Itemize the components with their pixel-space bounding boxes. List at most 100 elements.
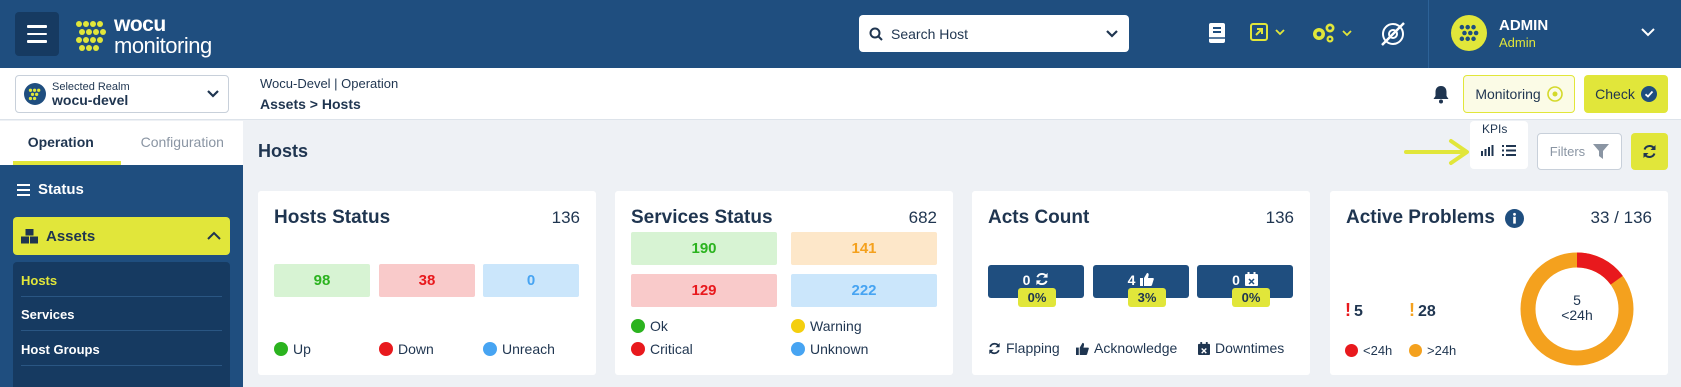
- menu-toggle-button[interactable]: [15, 12, 59, 56]
- flapping-count: 0: [1022, 272, 1031, 288]
- kpis-label: KPIs: [1482, 122, 1508, 136]
- legend-acknowledge: Acknowledge: [1076, 340, 1177, 356]
- calendar-x-icon: [1198, 341, 1210, 355]
- check-circle-icon: [1640, 86, 1657, 102]
- list-icon[interactable]: [1502, 145, 1516, 156]
- refresh-icon: [989, 342, 1000, 354]
- realm-select[interactable]: Selected Realm wocu-devel: [15, 75, 229, 113]
- user-role: Admin: [1499, 34, 1536, 50]
- problems-older: ! 28: [1409, 300, 1436, 320]
- legend-recent: <24h: [1345, 343, 1392, 358]
- chevron-down-icon: [1275, 29, 1285, 36]
- filter-icon: [1593, 144, 1610, 159]
- sidebar-item-assets[interactable]: Assets: [13, 217, 230, 255]
- refresh-button[interactable]: [1631, 133, 1668, 170]
- sidebar-item-status[interactable]: Status: [17, 181, 84, 198]
- assets-submenu: Hosts Services Host Groups: [13, 262, 230, 387]
- kpis-view-icons: [1481, 145, 1516, 156]
- card-title: Hosts Status: [274, 207, 391, 228]
- downtimes-count: 0: [1232, 272, 1240, 288]
- services-warning-count[interactable]: 141: [791, 232, 937, 265]
- services-unknown-count[interactable]: 222: [791, 274, 937, 307]
- arrow-right-icon: [1404, 139, 1469, 165]
- hosts-up-count[interactable]: 98: [274, 264, 370, 297]
- logo-line2: monitoring: [114, 33, 212, 58]
- top-header: wocu monitoring Search Host ADMIN Admin: [0, 0, 1681, 68]
- flapping-percent: 0%: [1018, 288, 1056, 307]
- realm-value: wocu-devel: [52, 91, 129, 108]
- chevron-down-icon[interactable]: [1640, 26, 1656, 38]
- chevron-down-icon: [1342, 30, 1352, 37]
- sidebar-tabs: Operation Configuration: [0, 121, 243, 165]
- gears-icon: [1313, 23, 1335, 43]
- sidebar-item-hosts[interactable]: Hosts: [21, 262, 222, 297]
- card-title: Active Problems: [1346, 207, 1524, 229]
- monitoring-button[interactable]: Monitoring: [1463, 75, 1575, 113]
- user-menu[interactable]: ADMIN Admin: [1451, 15, 1548, 51]
- sub-header: Selected Realm wocu-devel Wocu-Devel | O…: [0, 68, 1681, 120]
- card-total: 682: [908, 208, 937, 227]
- settings-menu[interactable]: [1310, 22, 1352, 44]
- header-divider: [1428, 0, 1429, 68]
- cubes-icon: [21, 228, 38, 243]
- thumbs-up-icon: [1076, 342, 1089, 355]
- sidebar: Operation Configuration Status Assets Ho…: [0, 121, 243, 387]
- card-title: Acts Count: [988, 207, 1090, 228]
- search-placeholder: Search Host: [891, 25, 969, 42]
- info-icon[interactable]: [1504, 208, 1524, 228]
- calendar-x-icon: [1244, 272, 1258, 286]
- search-icon: [869, 27, 883, 41]
- refresh-icon: [1036, 272, 1048, 286]
- filters-label: Filters: [1549, 144, 1586, 159]
- tab-operation[interactable]: Operation: [0, 121, 122, 165]
- legend-down: Down: [379, 341, 434, 357]
- services-critical-count[interactable]: 129: [631, 274, 777, 307]
- sidebar-item-host-groups[interactable]: Host Groups: [21, 331, 222, 366]
- external-link-menu[interactable]: [1249, 22, 1285, 42]
- sidebar-item-label: Assets: [46, 227, 96, 245]
- eye-icon: [1546, 86, 1563, 102]
- logo-mark-icon: [76, 21, 106, 51]
- monitoring-label: Monitoring: [1475, 86, 1541, 102]
- hosts-unreach-count[interactable]: 0: [483, 264, 579, 297]
- search-host-select[interactable]: Search Host: [859, 15, 1129, 52]
- realm-caption: Selected Realm: [52, 80, 130, 93]
- downtimes-percent: 0%: [1232, 288, 1270, 307]
- refresh-icon: [1643, 145, 1656, 158]
- problems-recent: ! 5: [1345, 300, 1363, 320]
- legend-warning: Warning: [791, 318, 862, 334]
- legend-unknown: Unknown: [791, 341, 868, 357]
- book-icon: [1209, 23, 1225, 43]
- hosts-down-count[interactable]: 38: [379, 264, 475, 297]
- check-button[interactable]: Check: [1584, 75, 1668, 113]
- filters-button[interactable]: Filters: [1537, 133, 1622, 170]
- external-link-icon: [1250, 23, 1268, 41]
- sidebar-item-services[interactable]: Services: [21, 296, 222, 331]
- chevron-down-icon: [1106, 29, 1118, 38]
- card-title: Services Status: [631, 207, 773, 228]
- problems-ratio: 33 / 136: [1590, 208, 1652, 227]
- breadcrumb-context: Wocu-Devel | Operation: [260, 76, 399, 91]
- breadcrumb: Assets > Hosts: [260, 96, 361, 112]
- logo-mark-icon: [1459, 24, 1479, 42]
- realm-icon: [24, 83, 46, 105]
- logo[interactable]: wocu monitoring: [74, 14, 212, 58]
- legend-downtimes: Downtimes: [1198, 340, 1284, 356]
- legend-critical: Critical: [631, 341, 693, 357]
- legend-flapping: Flapping: [988, 340, 1060, 356]
- page-title: Hosts: [258, 141, 309, 161]
- tab-configuration[interactable]: Configuration: [122, 121, 244, 165]
- user-name: ADMIN: [1499, 16, 1549, 34]
- services-ok-count[interactable]: 190: [631, 232, 777, 265]
- card-total: 136: [551, 208, 580, 227]
- no-signal-button[interactable]: [1379, 20, 1407, 48]
- bell-icon[interactable]: [1432, 85, 1450, 104]
- chart-icon[interactable]: [1481, 145, 1494, 156]
- book-button[interactable]: [1207, 22, 1227, 44]
- legend-older: >24h: [1409, 343, 1456, 358]
- thumbs-up-icon: [1140, 273, 1155, 286]
- avatar: [1451, 15, 1487, 51]
- acknowledge-count: 4: [1127, 272, 1136, 288]
- logo-text: wocu monitoring: [114, 14, 212, 58]
- list-icon: [17, 183, 30, 196]
